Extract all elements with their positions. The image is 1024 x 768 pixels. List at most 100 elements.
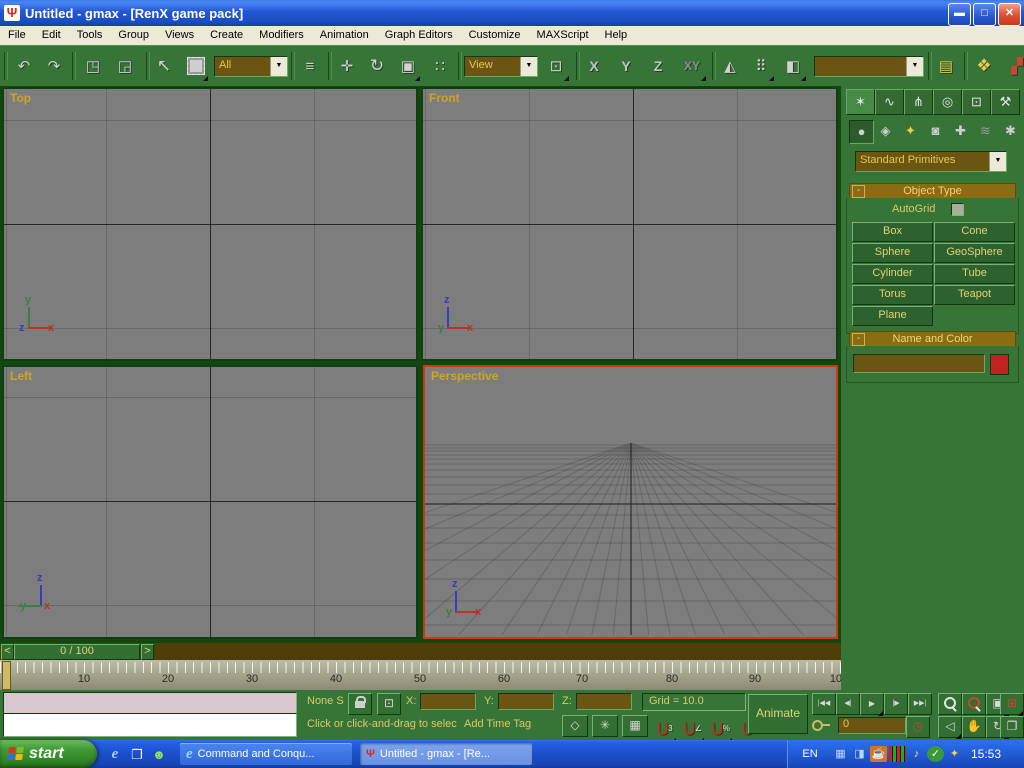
object-color-swatch[interactable] <box>990 354 1009 375</box>
next-frame-button[interactable]: |▶ <box>884 693 908 715</box>
chevron-down-icon[interactable]: ▼ <box>520 57 537 76</box>
menu-group[interactable]: Group <box>110 26 157 45</box>
category-cameras-icon[interactable]: ◙ <box>924 120 947 142</box>
category-shapes-icon[interactable]: ◈ <box>874 120 897 142</box>
network-tray-icon[interactable]: ▦ <box>832 746 849 762</box>
pan-icon[interactable]: ✋ <box>962 716 986 738</box>
viewport-top[interactable]: Top y z x <box>2 87 418 361</box>
teapot-button[interactable]: Teapot <box>934 285 1015 305</box>
autogrid-checkbox[interactable] <box>951 203 964 216</box>
time-slider-button[interactable]: 0 / 100 <box>14 644 140 660</box>
zoom-icon[interactable] <box>938 693 962 715</box>
category-systems-icon[interactable]: ✱ <box>999 120 1022 142</box>
zoom-extents-all-icon[interactable]: ⊞ <box>1000 693 1024 715</box>
macro-recorder-box[interactable] <box>3 692 297 714</box>
selection-region-icon[interactable] <box>184 53 208 79</box>
maximize-button[interactable]: □ <box>973 3 996 26</box>
show-desktop-icon[interactable]: ❐ <box>128 747 146 763</box>
tab-motion[interactable]: ◎ <box>933 89 962 115</box>
maxscript-listener-box[interactable] <box>3 713 297 737</box>
absolute-offset-toggle[interactable]: ⊡ <box>377 693 401 715</box>
taskbar-window-gmax[interactable]: Ψ Untitled - gmax - [Re... <box>360 743 532 765</box>
torus-button[interactable]: Torus <box>852 285 933 305</box>
key-mode-toggle[interactable] <box>812 716 832 736</box>
category-spacewarps-icon[interactable]: ≋ <box>974 120 997 142</box>
tab-hierarchy[interactable]: ⋔ <box>904 89 933 115</box>
angle-snap-icon[interactable]: ⋃∠ <box>682 715 704 741</box>
lock-selection-button[interactable] <box>348 693 372 715</box>
menu-views[interactable]: Views <box>157 26 202 45</box>
track-view-icon[interactable]: ▤ <box>933 53 959 79</box>
category-geometry-icon[interactable]: ● <box>849 120 874 144</box>
viewport-perspective[interactable]: Perspective z y x <box>423 365 838 639</box>
menu-modifiers[interactable]: Modifiers <box>251 26 312 45</box>
crossing-selection-icon[interactable]: ◇ <box>562 715 588 737</box>
green-utility-tray-icon[interactable]: ✓ <box>927 746 944 762</box>
menu-customize[interactable]: Customize <box>461 26 529 45</box>
array-icon[interactable]: ⠿ <box>748 53 774 79</box>
select-by-name-icon[interactable]: ≡ <box>297 53 323 79</box>
previous-frame-button[interactable]: ◀| <box>836 693 860 715</box>
viewport-left[interactable]: Left z y x <box>2 365 418 639</box>
menu-tools[interactable]: Tools <box>69 26 111 45</box>
field-of-view-icon[interactable]: ◁ <box>938 716 962 738</box>
category-helpers-icon[interactable]: ✚ <box>949 120 972 142</box>
menu-graph-editors[interactable]: Graph Editors <box>377 26 461 45</box>
time-slider-next-icon[interactable]: > <box>141 644 154 660</box>
z-coordinate-field[interactable] <box>576 693 632 710</box>
named-selection-sets-dropdown[interactable]: ▼ <box>814 56 924 77</box>
chevron-down-icon[interactable]: ▼ <box>989 152 1006 171</box>
degradation-override-icon[interactable]: ▦ <box>622 715 648 737</box>
y-coordinate-field[interactable] <box>498 693 554 710</box>
tab-display[interactable]: ⊡ <box>962 89 991 115</box>
plane-button[interactable]: Plane <box>852 306 933 326</box>
category-lights-icon[interactable]: ✦ <box>899 120 922 142</box>
close-button[interactable]: ✕ <box>998 3 1021 26</box>
add-time-tag[interactable]: Add Time Tag <box>464 718 556 730</box>
percent-snap-icon[interactable]: ⋃% <box>710 715 732 741</box>
rotate-icon[interactable]: ↻ <box>364 53 390 79</box>
animate-button[interactable]: Animate <box>748 694 808 734</box>
time-slider-prev-icon[interactable]: < <box>1 644 14 660</box>
frame-slider-handle[interactable] <box>2 661 11 690</box>
collapse-icon[interactable]: - <box>852 185 865 198</box>
primitives-category-dropdown[interactable]: Standard Primitives ▼ <box>855 151 1007 172</box>
menu-animation[interactable]: Animation <box>312 26 377 45</box>
messenger-icon[interactable]: ☻ <box>150 747 168 762</box>
restrict-x-button[interactable]: X <box>582 53 606 79</box>
window-selection-icon[interactable]: ✳ <box>592 715 618 737</box>
equalizer-tray-icon[interactable] <box>889 746 906 762</box>
align-icon[interactable]: ◧ <box>780 53 806 79</box>
cone-button[interactable]: Cone <box>934 222 1015 242</box>
manipulate-icon[interactable]: ∷ <box>428 53 452 79</box>
chevron-down-icon[interactable]: ▼ <box>906 57 923 76</box>
use-center-icon[interactable]: ⊡ <box>543 53 569 79</box>
cylinder-button[interactable]: Cylinder <box>852 264 933 284</box>
misc-tray-icon[interactable]: ✦ <box>946 746 963 762</box>
move-icon[interactable]: ✛ <box>334 53 360 79</box>
zoom-all-icon[interactable] <box>962 693 986 715</box>
render-icon[interactable]: ▞ <box>1006 53 1024 79</box>
minimize-button[interactable]: ▬ <box>948 3 971 26</box>
x-coordinate-field[interactable] <box>420 693 476 710</box>
sphere-button[interactable]: Sphere <box>852 243 933 263</box>
current-frame-field[interactable]: 0 <box>838 717 906 734</box>
redo-icon[interactable]: ↷ <box>42 53 66 79</box>
tab-create[interactable]: ✶ <box>846 89 875 115</box>
viewport-front[interactable]: Front z y x <box>421 87 838 361</box>
internet-explorer-icon[interactable]: e <box>106 746 124 763</box>
geosphere-button[interactable]: GeoSphere <box>934 243 1015 263</box>
menu-maxscript[interactable]: MAXScript <box>529 26 597 45</box>
volume-tray-icon[interactable]: ♪ <box>908 746 925 762</box>
min-max-toggle-icon[interactable]: ❐ <box>1000 716 1024 738</box>
go-to-end-button[interactable]: ▶▶| <box>908 693 932 715</box>
collapse-icon[interactable]: - <box>852 333 865 346</box>
chevron-down-icon[interactable]: ▼ <box>270 57 287 76</box>
menu-file[interactable]: File <box>0 26 34 45</box>
unlink-selection-icon[interactable]: ◲ <box>112 53 138 79</box>
select-object-icon[interactable]: ↖ <box>152 53 176 79</box>
box-button[interactable]: Box <box>852 222 933 242</box>
taskbar-window-command-and-conquer[interactable]: e Command and Conqu... <box>180 743 352 765</box>
material-editor-icon[interactable]: ❖ <box>970 53 998 79</box>
menu-create[interactable]: Create <box>202 26 251 45</box>
